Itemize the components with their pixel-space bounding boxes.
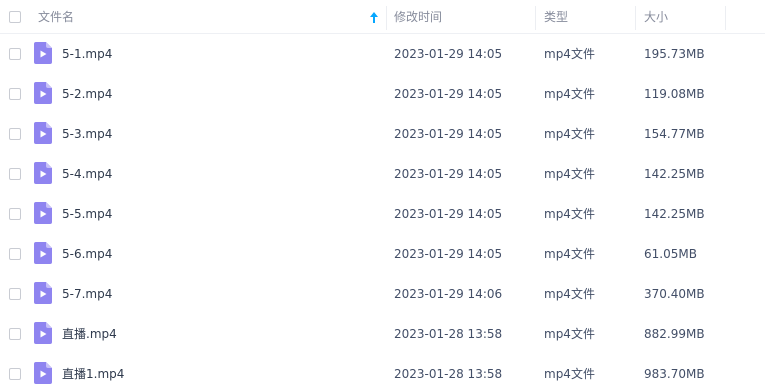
file-size: 983.70MB [644, 367, 705, 381]
file-type: mp4文件 [544, 47, 595, 61]
file-modified-time: 2023-01-29 14:05 [394, 47, 503, 61]
row-checkbox[interactable] [9, 168, 21, 180]
row-checkbox[interactable] [9, 328, 21, 340]
file-size: 142.25MB [644, 167, 705, 181]
file-row[interactable]: 5-7.mp4 2023-01-29 14:06 mp4文件 370.40MB [0, 274, 765, 314]
row-checkbox[interactable] [9, 368, 21, 380]
video-file-icon [34, 322, 52, 344]
file-list: 文件名 修改时间 类型 大小 5-1.mp4 2023-01-29 14:05 … [0, 0, 765, 390]
sort-ascending-arrow-icon[interactable] [369, 11, 379, 24]
file-size: 142.25MB [644, 207, 705, 221]
column-header-modified-time[interactable]: 修改时间 [394, 9, 442, 25]
file-type: mp4文件 [544, 247, 595, 261]
file-name[interactable]: 5-2.mp4 [62, 86, 112, 102]
file-name[interactable]: 5-1.mp4 [62, 46, 112, 62]
video-file-icon [34, 122, 52, 144]
file-row[interactable]: 5-6.mp4 2023-01-29 14:05 mp4文件 61.05MB [0, 234, 765, 274]
file-size: 195.73MB [644, 47, 705, 61]
file-name[interactable]: 直播1.mp4 [62, 366, 124, 382]
file-type: mp4文件 [544, 127, 595, 141]
file-modified-time: 2023-01-29 14:05 [394, 247, 503, 261]
file-name[interactable]: 直播.mp4 [62, 326, 117, 342]
file-modified-time: 2023-01-28 13:58 [394, 367, 503, 381]
row-checkbox[interactable] [9, 288, 21, 300]
row-checkbox[interactable] [9, 248, 21, 260]
file-size: 882.99MB [644, 327, 705, 341]
file-row[interactable]: 5-2.mp4 2023-01-29 14:05 mp4文件 119.08MB [0, 74, 765, 114]
file-row[interactable]: 5-5.mp4 2023-01-29 14:05 mp4文件 142.25MB [0, 194, 765, 234]
file-row[interactable]: 5-1.mp4 2023-01-29 14:05 mp4文件 195.73MB [0, 34, 765, 74]
column-header-type[interactable]: 类型 [544, 9, 568, 25]
file-row[interactable]: 直播1.mp4 2023-01-28 13:58 mp4文件 983.70MB [0, 354, 765, 390]
file-modified-time: 2023-01-29 14:05 [394, 87, 503, 101]
file-size: 370.40MB [644, 287, 705, 301]
column-divider[interactable] [386, 6, 387, 30]
video-file-icon [34, 362, 52, 384]
file-row[interactable]: 直播.mp4 2023-01-28 13:58 mp4文件 882.99MB [0, 314, 765, 354]
file-modified-time: 2023-01-29 14:05 [394, 167, 503, 181]
file-name[interactable]: 5-4.mp4 [62, 166, 112, 182]
column-header-name[interactable]: 文件名 [38, 9, 74, 25]
file-row[interactable]: 5-4.mp4 2023-01-29 14:05 mp4文件 142.25MB [0, 154, 765, 194]
file-type: mp4文件 [544, 207, 595, 221]
file-modified-time: 2023-01-29 14:05 [394, 127, 503, 141]
video-file-icon [34, 42, 52, 64]
file-size: 119.08MB [644, 87, 705, 101]
file-modified-time: 2023-01-29 14:06 [394, 287, 503, 301]
column-header-size[interactable]: 大小 [644, 9, 668, 25]
file-size: 61.05MB [644, 247, 697, 261]
column-divider[interactable] [635, 6, 636, 30]
file-type: mp4文件 [544, 87, 595, 101]
column-divider[interactable] [725, 6, 726, 30]
file-name[interactable]: 5-7.mp4 [62, 286, 112, 302]
select-all-checkbox[interactable] [9, 11, 21, 23]
file-name[interactable]: 5-5.mp4 [62, 206, 112, 222]
file-size: 154.77MB [644, 127, 705, 141]
row-checkbox[interactable] [9, 48, 21, 60]
file-type: mp4文件 [544, 327, 595, 341]
file-name[interactable]: 5-6.mp4 [62, 246, 112, 262]
file-name[interactable]: 5-3.mp4 [62, 126, 112, 142]
video-file-icon [34, 162, 52, 184]
video-file-icon [34, 82, 52, 104]
file-type: mp4文件 [544, 287, 595, 301]
video-file-icon [34, 202, 52, 224]
row-checkbox[interactable] [9, 208, 21, 220]
column-divider[interactable] [535, 6, 536, 30]
video-file-icon [34, 282, 52, 304]
file-type: mp4文件 [544, 167, 595, 181]
file-row[interactable]: 5-3.mp4 2023-01-29 14:05 mp4文件 154.77MB [0, 114, 765, 154]
file-list-header: 文件名 修改时间 类型 大小 [0, 0, 765, 34]
file-modified-time: 2023-01-28 13:58 [394, 327, 503, 341]
file-modified-time: 2023-01-29 14:05 [394, 207, 503, 221]
video-file-icon [34, 242, 52, 264]
row-checkbox[interactable] [9, 128, 21, 140]
row-checkbox[interactable] [9, 88, 21, 100]
file-type: mp4文件 [544, 367, 595, 381]
